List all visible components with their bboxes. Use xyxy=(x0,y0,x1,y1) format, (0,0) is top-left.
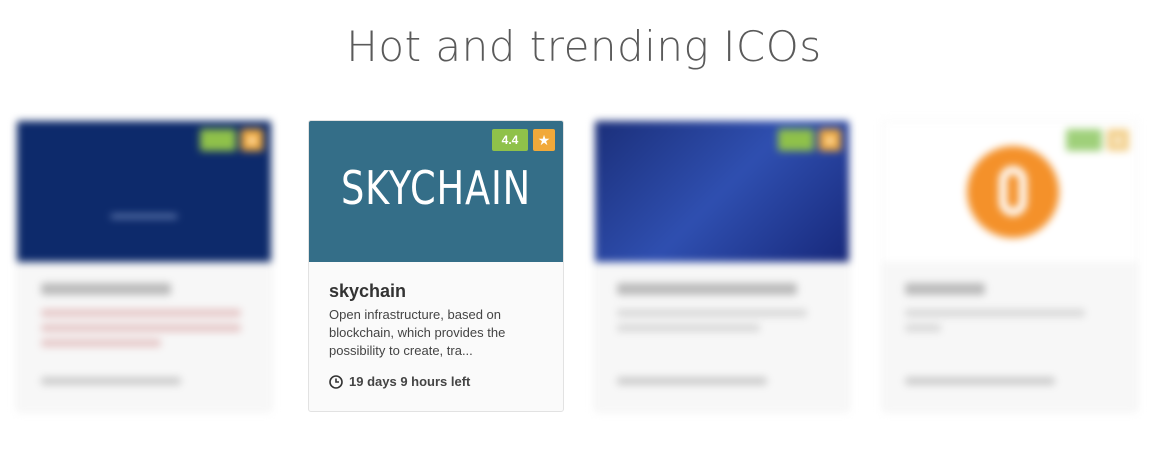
card-name[interactable]: skychain xyxy=(329,281,406,302)
card-name-placeholder xyxy=(41,283,171,302)
card-description-placeholder xyxy=(41,309,241,354)
time-left-label: 19 days 9 hours left xyxy=(349,374,471,389)
star-icon[interactable]: ★ xyxy=(533,129,555,151)
card-time-placeholder xyxy=(617,377,767,392)
card-description-placeholder xyxy=(905,309,1085,339)
time-left: 19 days 9 hours left xyxy=(329,374,470,389)
card-badges: 4.4 ★ xyxy=(492,129,555,151)
rating-badge xyxy=(778,129,814,151)
ico-card-3[interactable]: ★ xyxy=(594,120,850,412)
rating-badge: 4.4 xyxy=(492,129,528,151)
ico-card-skychain[interactable]: SKYCHAIN 4.4 ★ skychain Open infrastruct… xyxy=(308,120,564,412)
star-icon[interactable]: ★ xyxy=(1107,129,1129,151)
orange-logo-icon xyxy=(967,146,1059,238)
skychain-logo: SKYCHAIN xyxy=(341,161,531,215)
card-badges: ★ xyxy=(200,129,263,151)
card-time-placeholder xyxy=(905,377,1055,392)
star-icon[interactable]: ★ xyxy=(819,129,841,151)
section-title: Hot and trending ICOs xyxy=(346,22,822,71)
rating-badge xyxy=(1066,129,1102,151)
clock-icon xyxy=(329,374,343,389)
card-description-placeholder xyxy=(617,309,807,339)
card-name-placeholder xyxy=(617,283,797,302)
star-icon[interactable]: ★ xyxy=(241,129,263,151)
card-description: Open infrastructure, based on blockchain… xyxy=(329,307,506,358)
card-time-placeholder xyxy=(41,377,181,392)
card-badges: ★ xyxy=(778,129,841,151)
rating-badge xyxy=(200,129,236,151)
card-name-placeholder xyxy=(905,283,985,302)
banner-logo: ▬▬▬▬▬▬ xyxy=(111,209,177,221)
ico-card-4[interactable]: ★ xyxy=(882,120,1138,412)
card-badges: ★ xyxy=(1066,129,1129,151)
ico-card-1[interactable]: ▬▬▬▬▬▬ ★ xyxy=(16,120,272,412)
